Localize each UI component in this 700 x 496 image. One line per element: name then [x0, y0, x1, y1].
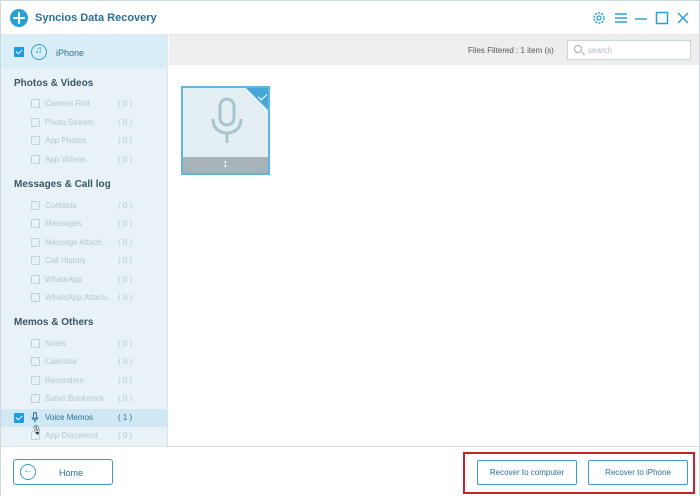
- settings-gear-icon[interactable]: [591, 10, 607, 26]
- sidebar-item-message-attachments[interactable]: Message Attach... ( 0 ): [1, 234, 167, 252]
- section-title-messages-call-log: Messages & Call log: [14, 179, 111, 190]
- section-title-photos-videos: Photos & Videos: [14, 78, 94, 89]
- phone-icon: [31, 256, 40, 265]
- close-icon[interactable]: [675, 10, 691, 26]
- search-input[interactable]: [588, 43, 686, 57]
- item-label: Photo Stream: [45, 118, 94, 127]
- photo-icon: [31, 118, 40, 127]
- image-icon: [31, 136, 40, 145]
- item-label: WhatsApp Attach...: [45, 293, 114, 302]
- document-icon: [31, 431, 40, 440]
- item-label: App Document: [45, 431, 98, 440]
- paperclip-icon: [31, 293, 40, 302]
- sidebar: iPhone Photos & Videos Camera Roll ( 0 )…: [1, 35, 168, 446]
- item-label: Camera Roll: [45, 99, 90, 108]
- item-count: ( 0 ): [118, 339, 133, 348]
- item-count: ( 0 ): [118, 275, 133, 284]
- voice-memos-checkbox[interactable]: [14, 413, 24, 423]
- item-count: ( 0 ): [118, 118, 133, 127]
- filter-bar: Files Filtered : 1 item (s): [169, 35, 699, 65]
- paperclip-icon: [31, 238, 40, 247]
- minimize-icon[interactable]: [633, 10, 649, 26]
- camera-icon: [31, 99, 40, 108]
- item-count: ( 0 ): [118, 394, 133, 403]
- sidebar-item-reminders[interactable]: Reminders ( 0 ): [1, 372, 167, 390]
- section-title-memos-others: Memos & Others: [14, 317, 94, 328]
- item-count: ( 0 ): [118, 99, 133, 108]
- item-label: Message Attach...: [45, 238, 109, 247]
- sidebar-item-whatsapp[interactable]: WhatsApp ( 0 ): [1, 271, 167, 289]
- item-label: Calendar: [45, 357, 78, 366]
- item-count: ( 1 ): [118, 413, 133, 422]
- item-label: Notes: [45, 339, 66, 348]
- sidebar-item-messages[interactable]: Messages ( 0 ): [1, 215, 167, 233]
- thumbnail-caption: 1: [183, 157, 268, 173]
- recover-to-computer-button[interactable]: Recover to computer: [477, 460, 577, 485]
- sidebar-item-voice-memos[interactable]: Voice Memos ( 1 ): [1, 409, 167, 427]
- calendar-icon: [31, 357, 40, 366]
- search-box[interactable]: [567, 40, 691, 60]
- app-title: Syncios Data Recovery: [35, 12, 157, 24]
- item-label: Safari Bookmark: [45, 394, 105, 403]
- sidebar-item-app-photos[interactable]: App Photos ( 0 ): [1, 132, 167, 150]
- search-icon: [574, 45, 582, 53]
- device-row[interactable]: iPhone: [1, 35, 168, 69]
- sidebar-item-notes[interactable]: Notes ( 0 ): [1, 335, 167, 353]
- microphone-icon: [209, 97, 245, 147]
- item-count: ( 0 ): [118, 376, 133, 385]
- files-filtered-text: Files Filtered : 1 item (s): [468, 46, 554, 55]
- bookmark-icon: [31, 394, 40, 403]
- whatsapp-icon: [31, 275, 40, 284]
- item-label: Call History: [45, 256, 86, 265]
- sidebar-item-contacts[interactable]: Contacts ( 0 ): [1, 197, 167, 215]
- item-count: ( 0 ): [118, 431, 133, 440]
- microphone-icon: [31, 412, 39, 423]
- item-label: Voice Memos: [45, 413, 94, 422]
- item-label: Contacts: [45, 201, 77, 210]
- sidebar-item-app-videos[interactable]: App Videos ( 0 ): [1, 151, 167, 169]
- app-window: Syncios Data Recovery iPhone Photos & Vi…: [0, 0, 700, 496]
- item-count: ( 0 ): [118, 293, 133, 302]
- item-label: WhatsApp: [45, 275, 82, 284]
- selected-check-icon[interactable]: [246, 88, 268, 110]
- app-logo-icon: [10, 9, 28, 27]
- sidebar-item-calendar[interactable]: Calendar ( 0 ): [1, 353, 167, 371]
- sidebar-item-app-document[interactable]: App Document ( 0 ): [1, 427, 167, 445]
- video-icon: [31, 155, 40, 164]
- device-name: iPhone: [56, 48, 85, 58]
- sidebar-item-call-history[interactable]: Call History ( 0 ): [1, 252, 167, 270]
- item-count: ( 0 ): [118, 155, 133, 164]
- sidebar-item-safari-bookmark[interactable]: Safari Bookmark ( 0 ): [1, 390, 167, 408]
- item-label: App Videos: [45, 155, 86, 164]
- sidebar-item-whatsapp-attachments[interactable]: WhatsApp Attach... ( 0 ): [1, 289, 167, 307]
- item-label: App Photos: [45, 136, 87, 145]
- device-checkbox[interactable]: [14, 47, 24, 57]
- title-bar: Syncios Data Recovery: [1, 1, 699, 35]
- home-button-label: Home: [58, 468, 83, 478]
- message-icon: [31, 219, 40, 228]
- bottom-bar: Home Recover to computer Recover to iPho…: [1, 446, 699, 496]
- home-button[interactable]: Home: [13, 459, 113, 485]
- sidebar-item-camera-roll[interactable]: Camera Roll ( 0 ): [1, 95, 167, 113]
- item-label: Reminders: [45, 376, 84, 385]
- music-note-icon: [31, 44, 47, 60]
- voice-memo-thumbnail[interactable]: 1: [181, 86, 270, 175]
- item-count: ( 0 ): [118, 256, 133, 265]
- item-count: ( 0 ): [118, 238, 133, 247]
- item-count: ( 0 ): [118, 136, 133, 145]
- recover-to-iphone-button[interactable]: Recover to iPhone: [588, 460, 688, 485]
- menu-icon[interactable]: [613, 10, 629, 26]
- sidebar-item-photo-stream[interactable]: Photo Stream ( 0 ): [1, 114, 167, 132]
- item-label: Messages: [45, 219, 82, 228]
- main-content: Files Filtered : 1 item (s) 1: [169, 35, 699, 446]
- item-count: ( 0 ): [118, 219, 133, 228]
- maximize-icon[interactable]: [654, 10, 670, 26]
- item-count: ( 0 ): [118, 201, 133, 210]
- reminder-icon: [31, 376, 40, 385]
- contacts-icon: [31, 201, 40, 210]
- notes-icon: [31, 339, 40, 348]
- item-count: ( 0 ): [118, 357, 133, 366]
